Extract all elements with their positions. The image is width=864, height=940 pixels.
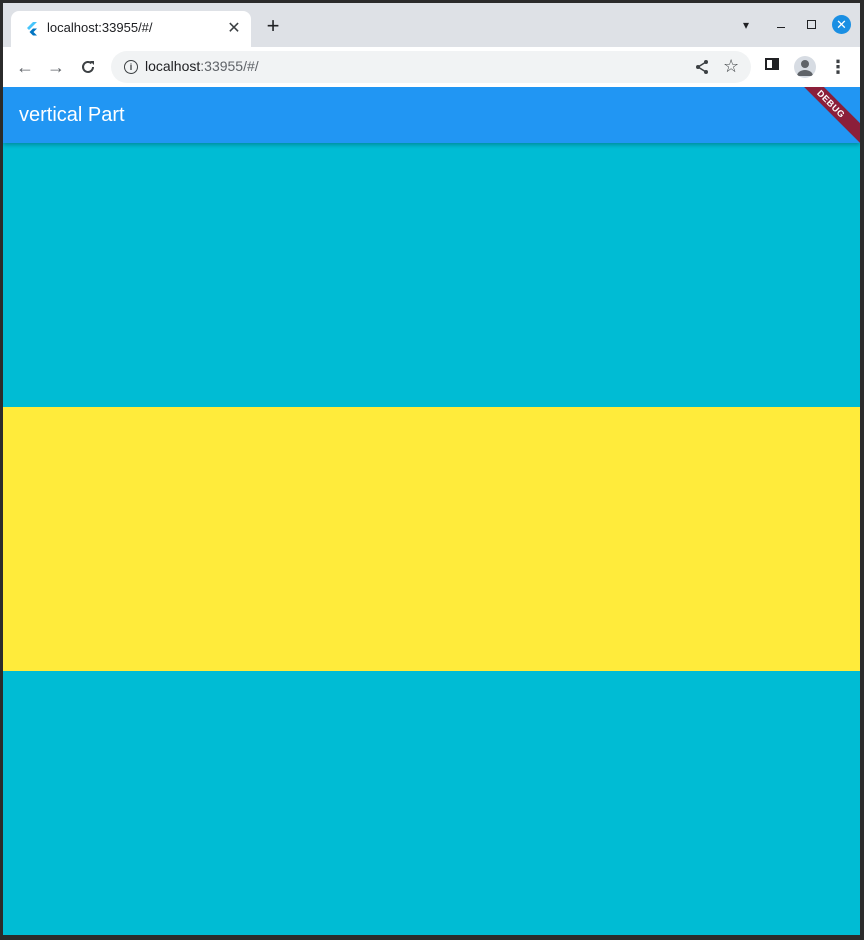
more-menu-icon[interactable]: ⋮ [829,56,847,78]
browser-window: localhost:33955/#/ ✕ + ▾ ✕ ← → i localho… [3,3,860,935]
minimize-button[interactable] [771,15,791,35]
new-tab-button[interactable]: + [261,15,285,39]
app-bar: vertical Part DEBUG [3,87,860,148]
browser-tab[interactable]: localhost:33955/#/ ✕ [11,11,251,47]
back-button[interactable]: ← [13,55,37,79]
reload-button[interactable] [76,55,100,79]
maximize-button[interactable] [802,15,822,35]
page-viewport: vertical Part DEBUG [3,87,860,935]
address-bar[interactable]: i localhost:33955/#/ ☆ [111,51,751,83]
browser-toolbar: ← → i localhost:33955/#/ ☆ ⋮ [3,47,860,88]
top-panel [3,143,860,407]
share-icon[interactable] [693,58,711,76]
profile-avatar-icon[interactable] [794,56,816,78]
reload-icon [82,60,94,73]
app-bar-title: vertical Part [19,104,125,126]
close-window-button[interactable]: ✕ [832,15,851,34]
side-panel-icon[interactable] [765,58,779,70]
debug-banner: DEBUG [787,87,860,148]
url-text: localhost:33955/#/ [145,58,259,74]
bookmark-star-icon[interactable]: ☆ [723,56,739,76]
person-icon [797,60,813,76]
url-host: localhost [145,58,201,74]
middle-panel [3,407,860,671]
forward-button[interactable]: → [44,55,68,79]
bottom-panel [3,671,860,935]
tab-strip: localhost:33955/#/ ✕ + ▾ ✕ [3,3,860,47]
tab-search-icon[interactable]: ▾ [736,15,756,35]
info-icon[interactable]: i [124,60,138,74]
close-tab-icon[interactable]: ✕ [225,20,243,38]
url-path: :33955/#/ [200,58,259,74]
tab-title: localhost:33955/#/ [47,20,153,35]
flutter-icon [27,22,37,36]
